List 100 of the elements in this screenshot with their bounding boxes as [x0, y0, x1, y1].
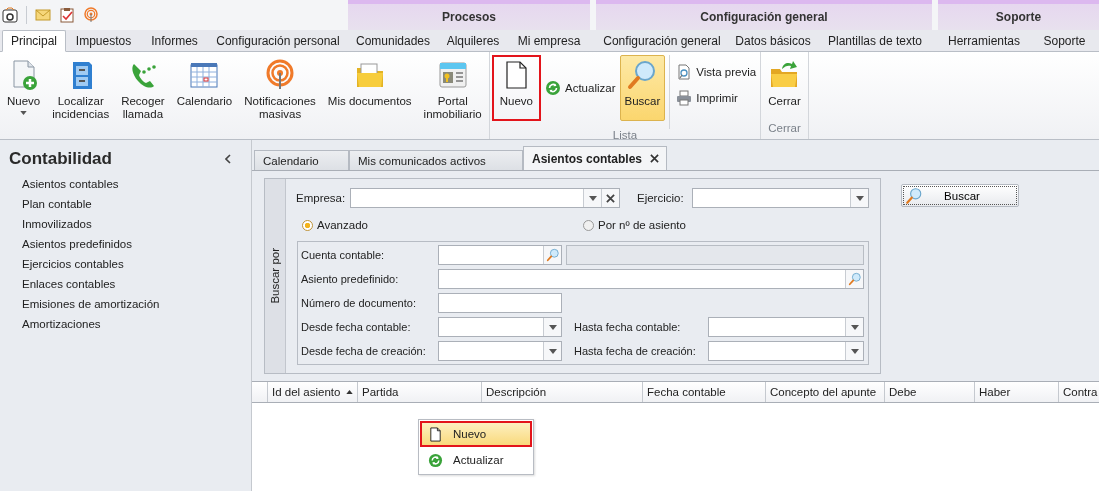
date-field[interactable]: [708, 317, 864, 337]
ribbon-button[interactable]: Portal inmobiliario: [418, 55, 487, 124]
ribbon-button[interactable]: Localizar incidencias: [47, 55, 115, 124]
sidebar-item[interactable]: Emisiones de amortización: [0, 294, 251, 314]
column-header[interactable]: Id del asiento: [268, 382, 358, 402]
ribbon-tab[interactable]: Principal: [2, 30, 66, 52]
column-header[interactable]: Haber: [975, 382, 1059, 402]
lookup-field[interactable]: [438, 269, 864, 289]
clear-icon: [606, 193, 615, 203]
column-header[interactable]: Partida: [358, 382, 482, 402]
ribbon-tab[interactable]: Soporte: [1030, 30, 1099, 52]
app-icon[interactable]: [2, 7, 18, 23]
column-header[interactable]: Debe: [885, 382, 975, 402]
dropdown-button[interactable]: [845, 318, 863, 336]
ribbon-button[interactable]: Imprimir: [674, 89, 759, 107]
ribbon-tab[interactable]: Configuración general: [596, 30, 728, 52]
menu-item[interactable]: Nuevo: [420, 421, 532, 447]
portal-window-icon: [436, 59, 469, 91]
ribbon-tab[interactable]: Impuestos: [66, 30, 141, 52]
column-header[interactable]: Fecha contable: [643, 382, 766, 402]
document-tab[interactable]: Asientos contables: [523, 146, 667, 170]
ribbon-button[interactable]: Cerrar: [763, 55, 806, 121]
sidebar-item[interactable]: Plan contable: [0, 194, 251, 214]
ribbon-tab[interactable]: Informes: [141, 30, 208, 52]
dropdown-field[interactable]: [692, 188, 869, 208]
document-tab[interactable]: Calendario: [254, 150, 349, 170]
broadcast-icon[interactable]: [83, 7, 99, 23]
context-group-header: Procesos: [348, 0, 590, 30]
ribbon-tab[interactable]: Configuración personal: [208, 30, 348, 52]
ribbon-button[interactable]: Vista previa: [674, 63, 759, 81]
collapse-icon[interactable]: [225, 154, 231, 164]
ribbon-tab[interactable]: Herramientas: [938, 30, 1030, 52]
ribbon-button[interactable]: Mis documentos: [322, 55, 417, 121]
envelope-icon[interactable]: [35, 7, 51, 23]
ribbon-tab[interactable]: Comunidades: [348, 30, 438, 52]
group-label: Lista: [612, 129, 638, 141]
ribbon-tab[interactable]: Mi empresa: [508, 30, 590, 52]
ribbon-button[interactable]: Calendario: [171, 55, 238, 121]
ribbon-button[interactable]: Nuevo: [491, 55, 541, 121]
radio-label: Avanzado: [317, 219, 368, 231]
ribbon-button[interactable]: Notificaciones masivas: [239, 55, 321, 124]
search-button[interactable]: Buscar: [901, 184, 1019, 207]
radio-button[interactable]: [302, 219, 313, 231]
lookup-field[interactable]: [438, 245, 562, 265]
context-group-header: Configuración general: [596, 0, 932, 30]
sidebar-item[interactable]: Ejercicios contables: [0, 254, 251, 274]
refresh-icon: [428, 452, 443, 468]
field-label: Desde fecha de creación:: [301, 345, 427, 357]
field-label: Asiento predefinido:: [301, 273, 400, 285]
sidebar-item[interactable]: Asientos predefinidos: [0, 234, 251, 254]
search-button[interactable]: [845, 270, 863, 288]
column-header[interactable]: Concepto del apunte: [766, 382, 885, 402]
ribbon-button[interactable]: Recoger llamada: [116, 55, 170, 124]
column-header[interactable]: Descripción: [482, 382, 643, 402]
dropdown-button[interactable]: [583, 189, 601, 207]
document-tab[interactable]: Mis comunicados activos: [349, 150, 523, 170]
search-icon: [545, 248, 560, 262]
field-label: Hasta fecha de creación:: [574, 345, 697, 357]
text-field[interactable]: [438, 293, 562, 313]
caret-icon: [855, 195, 864, 201]
sidebar-item[interactable]: Inmovilizados: [0, 214, 251, 234]
panel-caption: Buscar por: [269, 248, 281, 304]
ribbon-button[interactable]: Nuevo: [2, 55, 46, 121]
column-header[interactable]: Contra: [1059, 382, 1099, 402]
date-field[interactable]: [438, 341, 562, 361]
dropdown-button[interactable]: [845, 342, 863, 360]
ribbon-tab[interactable]: Alquileres: [438, 30, 508, 52]
ribbon-tab[interactable]: Datos básicos: [728, 30, 818, 52]
search-icon: [847, 272, 862, 286]
clear-button[interactable]: [601, 189, 619, 207]
ribbon-button[interactable]: Actualizar: [543, 79, 618, 97]
search-button[interactable]: [543, 246, 561, 264]
dropdown-button[interactable]: [543, 318, 561, 336]
ribbon-tab[interactable]: Plantillas de texto: [818, 30, 932, 52]
field-label: Ejercicio:: [637, 192, 685, 204]
caret-icon: [850, 324, 859, 330]
clipboard-icon[interactable]: [59, 7, 75, 23]
sidebar-item[interactable]: Amortizaciones: [0, 314, 251, 334]
sidebar-item[interactable]: Enlaces contables: [0, 274, 251, 294]
radio-button[interactable]: [583, 219, 594, 231]
caret-icon: [548, 324, 557, 330]
dropdown-field[interactable]: [350, 188, 620, 208]
menu-item[interactable]: Actualizar: [420, 447, 532, 473]
field-label: Cuenta contable:: [301, 249, 386, 261]
refresh-icon: [545, 80, 561, 96]
radio-label: Por nº de asiento: [598, 219, 686, 231]
page-preview-icon: [676, 64, 693, 80]
date-field[interactable]: [708, 341, 864, 361]
field-label: Hasta fecha contable:: [574, 321, 682, 333]
context-group-header: Soporte: [938, 0, 1099, 30]
search-icon: [905, 186, 923, 205]
dropdown-button[interactable]: [543, 342, 561, 360]
close-icon[interactable]: [650, 154, 660, 163]
ribbon-button[interactable]: Buscar: [619, 55, 666, 121]
date-field[interactable]: [438, 317, 562, 337]
field-label: Número de documento:: [301, 297, 417, 309]
dropdown-button[interactable]: [850, 189, 868, 207]
field-label: Desde fecha contable:: [301, 321, 412, 333]
caret-icon: [850, 348, 859, 354]
sidebar-item[interactable]: Asientos contables: [0, 174, 251, 194]
